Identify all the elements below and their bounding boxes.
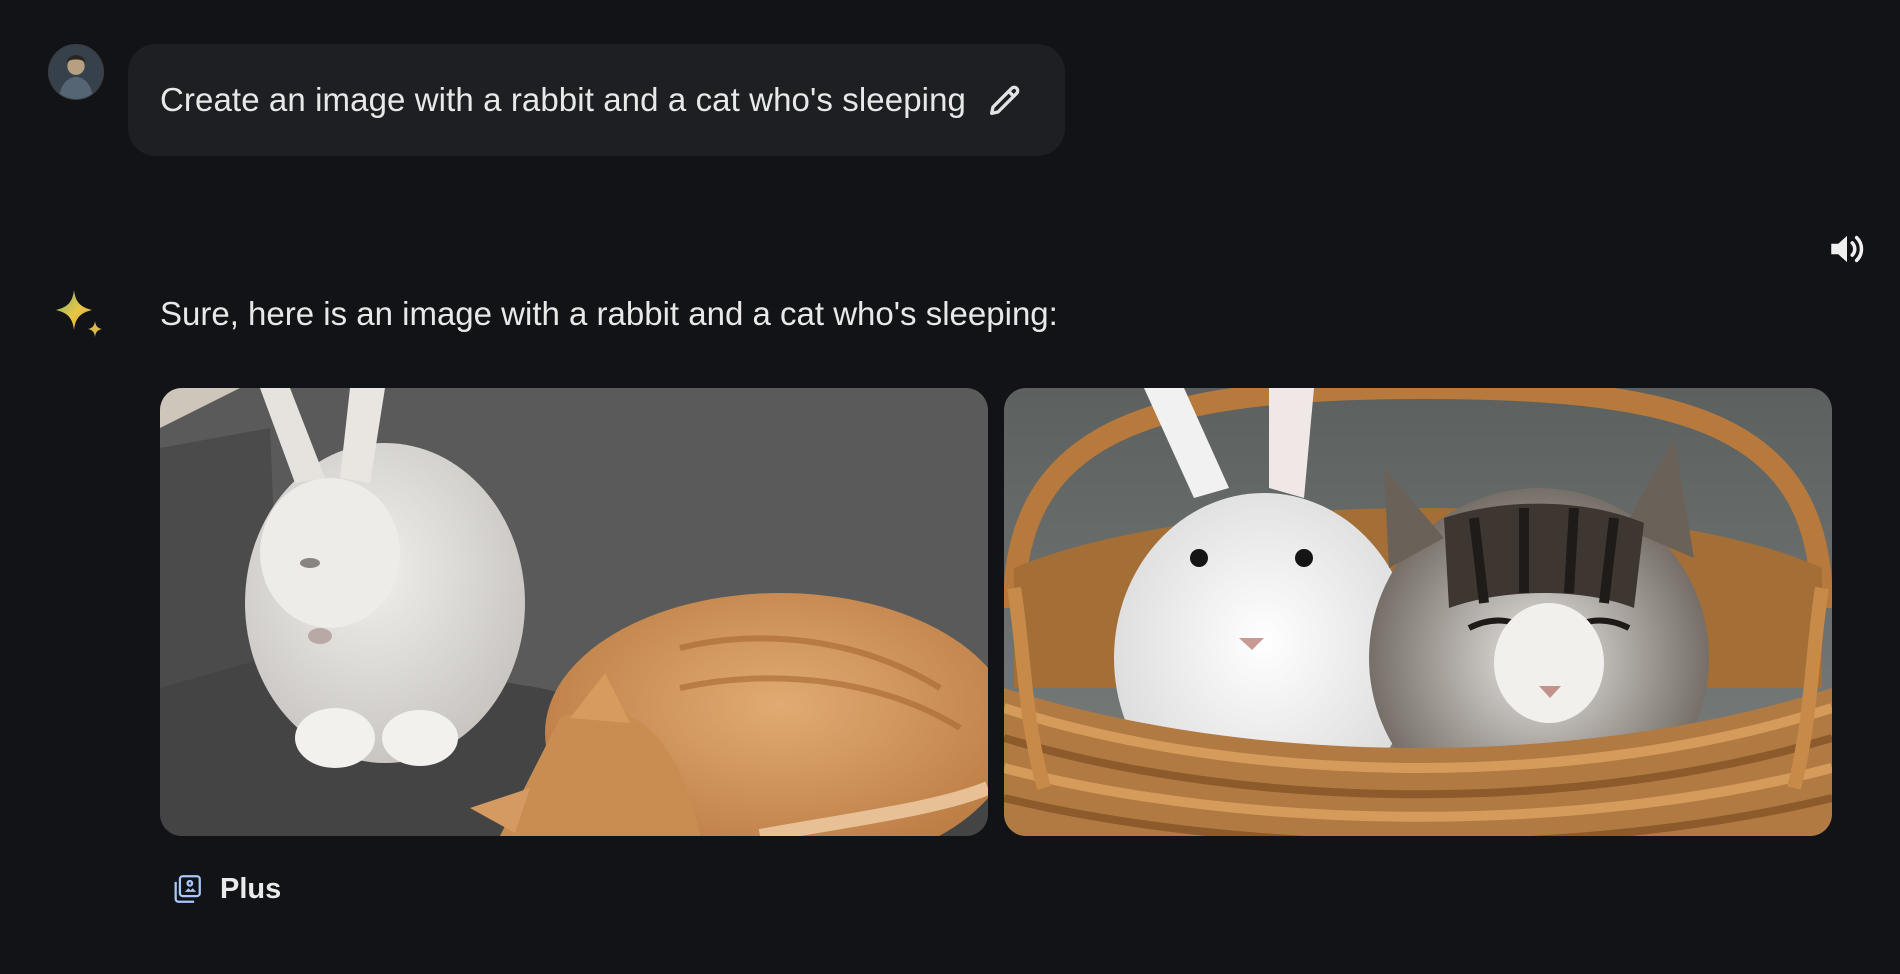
chat-page: Create an image with a rabbit and a cat … (0, 0, 1900, 974)
volume-icon (1831, 235, 1864, 263)
plus-label: Plus (220, 872, 282, 905)
user-prompt-text: Create an image with a rabbit and a cat … (160, 81, 967, 118)
generated-image-1[interactable] (160, 388, 988, 836)
response-text: Sure, here is an image with a rabbit and… (160, 295, 1058, 332)
listen-button[interactable] (1822, 224, 1872, 274)
edit-prompt-button[interactable] (983, 78, 1027, 122)
pencil-icon (990, 85, 1020, 116)
user-avatar[interactable] (48, 44, 104, 100)
generated-image-2[interactable] (1004, 388, 1832, 836)
plus-button[interactable]: Plus (170, 864, 281, 914)
user-prompt-bubble: Create an image with a rabbit and a cat … (128, 44, 1065, 156)
image-stack-icon (174, 875, 201, 903)
sparkle-icon (52, 288, 108, 344)
